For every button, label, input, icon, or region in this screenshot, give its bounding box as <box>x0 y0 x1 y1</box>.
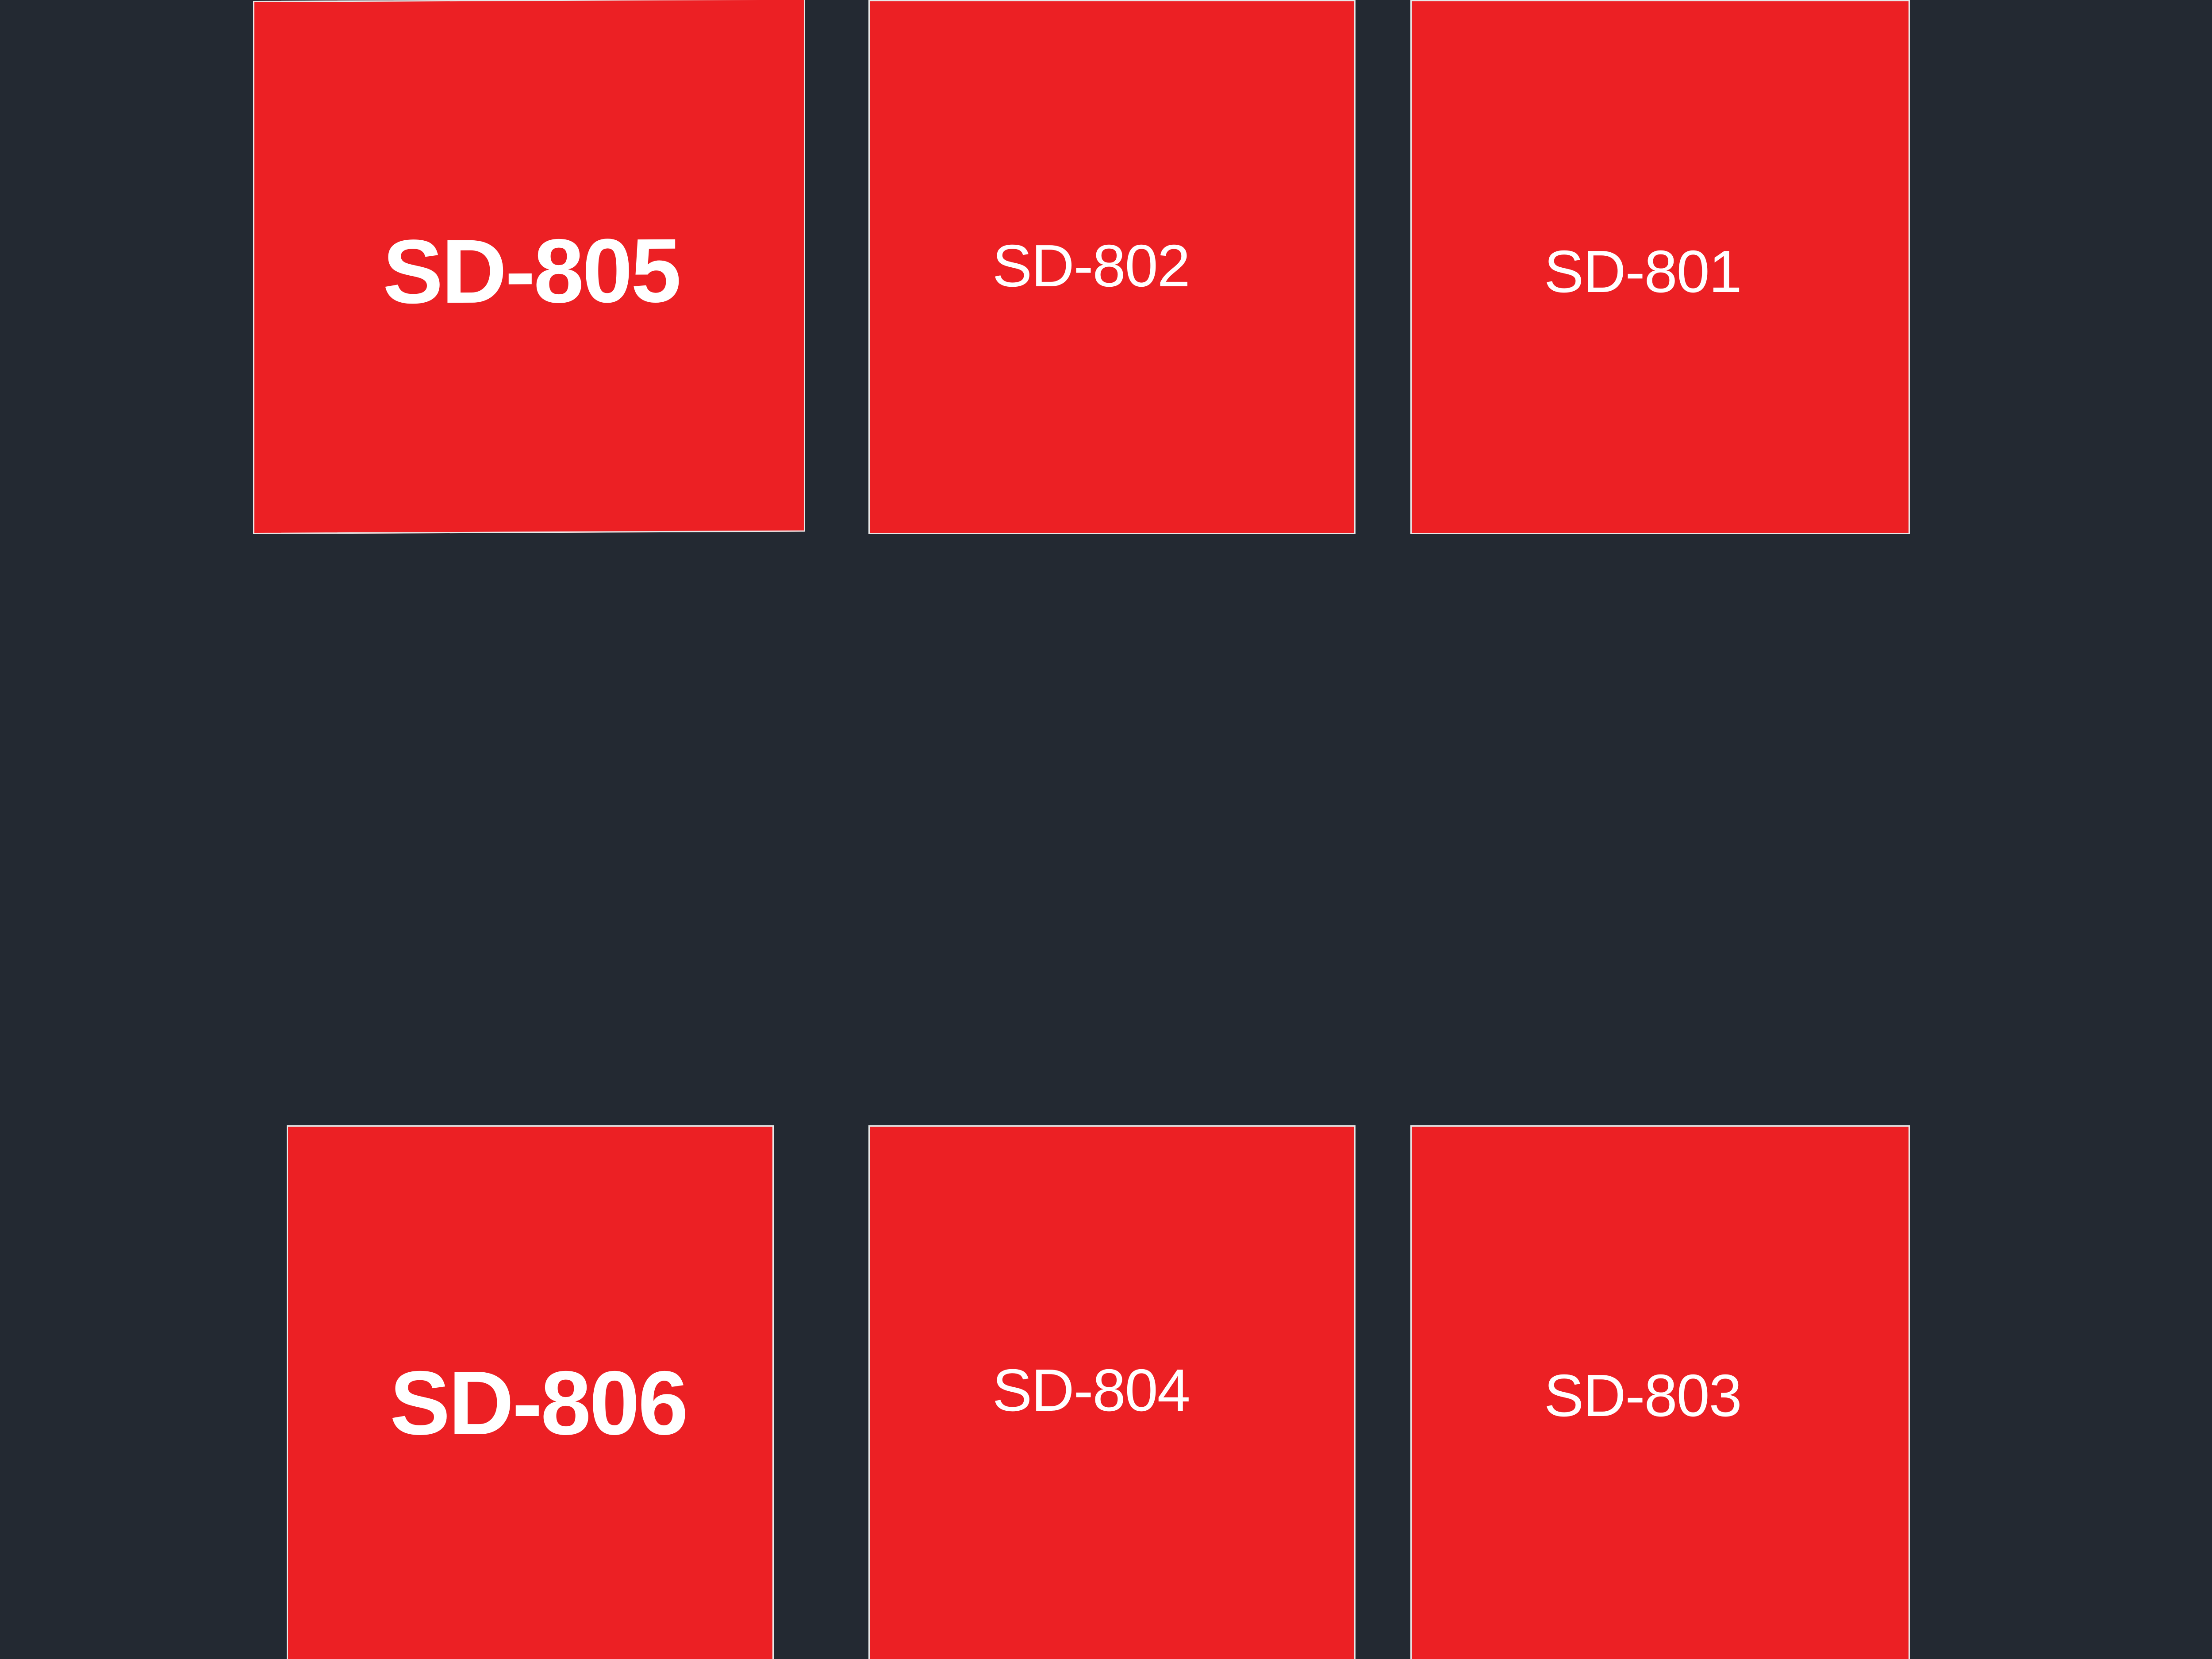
unit-label-sd-803: SD-803 <box>1544 1362 1742 1429</box>
unit-sd-806[interactable]: SD-806 <box>287 1125 774 1659</box>
unit-label-sd-802: SD-802 <box>992 232 1190 299</box>
unit-label-sd-806: SD-806 <box>390 1352 688 1454</box>
unit-sd-805[interactable]: SD-805 <box>253 0 805 534</box>
unit-label-sd-804: SD-804 <box>992 1357 1190 1424</box>
unit-sd-803[interactable]: SD-803 <box>1410 1125 1910 1659</box>
floor-plan-canvas: SD-805 SD-802 SD-801 SD-806 SD-804 SD-80… <box>0 0 2212 1659</box>
unit-sd-802[interactable]: SD-802 <box>868 0 1356 534</box>
unit-label-sd-805: SD-805 <box>383 219 680 323</box>
unit-sd-804[interactable]: SD-804 <box>868 1125 1356 1659</box>
unit-sd-801[interactable]: SD-801 <box>1410 0 1910 534</box>
unit-label-sd-801: SD-801 <box>1544 238 1742 305</box>
